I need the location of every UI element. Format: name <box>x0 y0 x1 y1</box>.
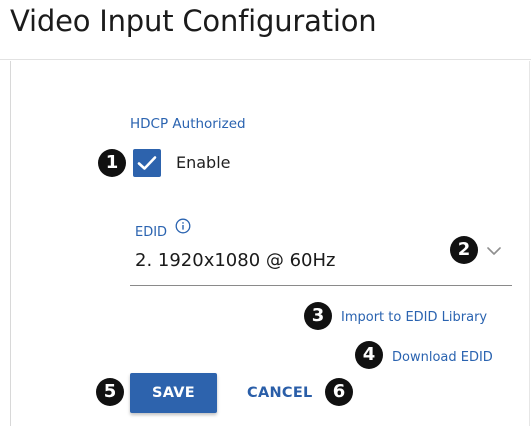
hdcp-enable-label: Enable <box>176 153 231 172</box>
callout-5: 5 <box>96 378 124 406</box>
cancel-button[interactable]: CANCEL <box>241 373 325 413</box>
import-to-edid-library-link[interactable]: Import to EDID Library <box>341 310 487 325</box>
callout-4: 4 <box>355 341 383 369</box>
download-edid-link[interactable]: Download EDID <box>392 350 493 365</box>
hdcp-section-label: HDCP Authorized <box>130 116 246 132</box>
checkmark-icon <box>137 156 157 170</box>
edid-label: EDID <box>135 225 168 240</box>
callout-1: 1 <box>98 149 126 177</box>
title-bar: Video Input Configuration <box>0 0 531 60</box>
chevron-down-icon[interactable] <box>484 244 504 258</box>
edid-selected-value: 2. 1920x1080 @ 60Hz <box>135 250 336 271</box>
save-button[interactable]: SAVE <box>130 373 217 413</box>
callout-3: 3 <box>304 302 332 330</box>
panel-left-border <box>10 61 11 426</box>
callout-6: 6 <box>325 378 353 406</box>
info-icon[interactable] <box>175 218 191 234</box>
hdcp-enable-checkbox[interactable] <box>133 149 161 177</box>
callout-2: 2 <box>450 236 478 264</box>
panel-right-border <box>529 61 530 426</box>
page-title: Video Input Configuration <box>10 4 377 38</box>
